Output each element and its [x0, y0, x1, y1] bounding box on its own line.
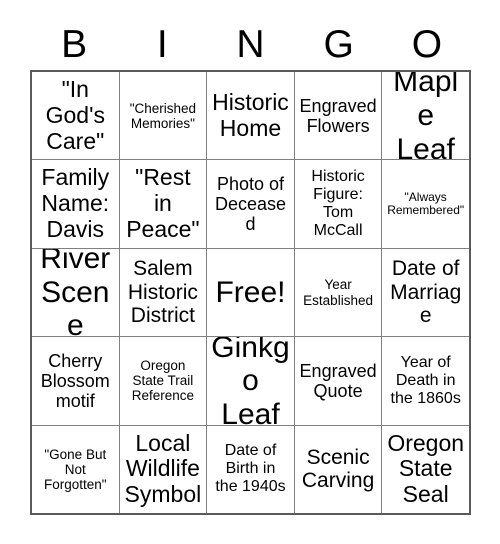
bingo-cell-b4[interactable]: Cherry Blossom motif — [32, 337, 120, 425]
bingo-cell-label: "Rest in Peace" — [126, 164, 200, 242]
bingo-cell-label: Family Name: Davis — [41, 164, 110, 242]
bingo-cell-label: Salem Historic District — [127, 257, 198, 328]
bingo-cell-label: Year of Death in the 1860s — [390, 354, 461, 407]
bingo-cell-label: Oregon State Trail Reference — [131, 358, 195, 404]
bingo-cell-g2[interactable]: Historic Figure: Tom McCall — [295, 160, 383, 248]
bingo-header-row: B I N G O — [30, 18, 471, 70]
bingo-cell-n2[interactable]: Photo of Deceased — [207, 160, 295, 248]
bingo-cell-label: Oregon State Seal — [387, 429, 465, 508]
bingo-cell-n4[interactable]: Ginkgo Leaf — [207, 337, 295, 425]
bingo-cell-label: "Cherished Memories" — [129, 100, 197, 131]
header-letter-b: B — [61, 22, 88, 66]
bingo-cell-g4[interactable]: Engraved Quote — [295, 337, 383, 425]
bingo-cell-n1[interactable]: Historic Home — [207, 72, 295, 160]
bingo-cell-o3[interactable]: Date of Marriage — [382, 249, 469, 336]
bingo-cell-i2[interactable]: "Rest in Peace" — [120, 160, 208, 248]
bingo-cell-b2[interactable]: Family Name: Davis — [32, 160, 120, 248]
bingo-cell-g3[interactable]: Year Established — [295, 248, 383, 337]
bingo-cell-label: "Gone But Not Forgotten" — [44, 446, 107, 492]
header-letter-n: N — [236, 22, 265, 66]
bingo-cell-label: Year Established — [303, 277, 373, 308]
bingo-cell-label: Date of Birth in the 1940s — [215, 442, 286, 496]
bingo-cell-b3[interactable]: River Scene — [32, 248, 120, 337]
bingo-cell-label: Historic Home — [212, 88, 289, 141]
bingo-row-3: River Scene Salem Historic District Free… — [32, 248, 469, 338]
bingo-cell-b1[interactable]: "In God's Care" — [32, 72, 120, 160]
bingo-cell-label: Engraved Flowers — [299, 95, 377, 136]
bingo-cell-label: "In God's Care" — [45, 76, 105, 154]
bingo-cell-label: Free! — [215, 275, 286, 309]
bingo-cell-label: Engraved Quote — [299, 360, 377, 401]
bingo-cell-label: Scenic Carving — [301, 445, 375, 493]
bingo-cell-o5[interactable]: Oregon State Seal — [382, 426, 469, 513]
bingo-cell-o2[interactable]: "Always Remembered" — [382, 160, 469, 247]
bingo-cell-label: Historic Figure: Tom McCall — [311, 168, 365, 240]
bingo-cell-o1[interactable]: Maple Leaf — [382, 72, 469, 159]
bingo-cell-label: River Scene — [40, 248, 111, 337]
bingo-cell-i5[interactable]: Local Wildlife Symbol — [120, 425, 208, 514]
bingo-cell-label: Ginkgo Leaf — [211, 337, 290, 425]
bingo-cell-i4[interactable]: Oregon State Trail Reference — [120, 337, 208, 425]
bingo-cell-label: Cherry Blossom motif — [40, 350, 110, 411]
header-letter-g: G — [323, 22, 354, 66]
bingo-cell-g1[interactable]: Engraved Flowers — [295, 72, 383, 160]
bingo-cell-free-space[interactable]: Free! — [207, 248, 295, 337]
header-letter-o: O — [411, 22, 443, 66]
bingo-cell-n5[interactable]: Date of Birth in the 1940s — [207, 425, 295, 514]
bingo-cell-label: Maple Leaf — [393, 72, 459, 160]
bingo-cell-label: Date of Marriage — [390, 257, 462, 328]
bingo-cell-g5[interactable]: Scenic Carving — [295, 425, 383, 514]
bingo-row-1: "In God's Care" "Cherished Memories" His… — [32, 72, 469, 161]
bingo-cell-i3[interactable]: Salem Historic District — [120, 248, 208, 337]
bingo-row-5: "Gone But Not Forgotten" Local Wildlife … — [32, 425, 469, 514]
bingo-cell-o4[interactable]: Year of Death in the 1860s — [382, 337, 469, 424]
bingo-cell-label: "Always Remembered" — [387, 189, 465, 218]
bingo-cell-label: Photo of Deceased — [214, 173, 286, 235]
bingo-row-2: Family Name: Davis "Rest in Peace" Photo… — [32, 160, 469, 249]
bingo-card: B I N G O "In God's Care" "Cherished Mem… — [0, 0, 500, 544]
bingo-cell-i1[interactable]: "Cherished Memories" — [120, 72, 208, 160]
bingo-cell-b5[interactable]: "Gone But Not Forgotten" — [32, 425, 120, 514]
bingo-grid: "In God's Care" "Cherished Memories" His… — [30, 70, 471, 515]
bingo-cell-label: Local Wildlife Symbol — [124, 429, 202, 508]
bingo-row-4: Cherry Blossom motif Oregon State Trail … — [32, 337, 469, 426]
header-letter-i: I — [156, 22, 168, 66]
